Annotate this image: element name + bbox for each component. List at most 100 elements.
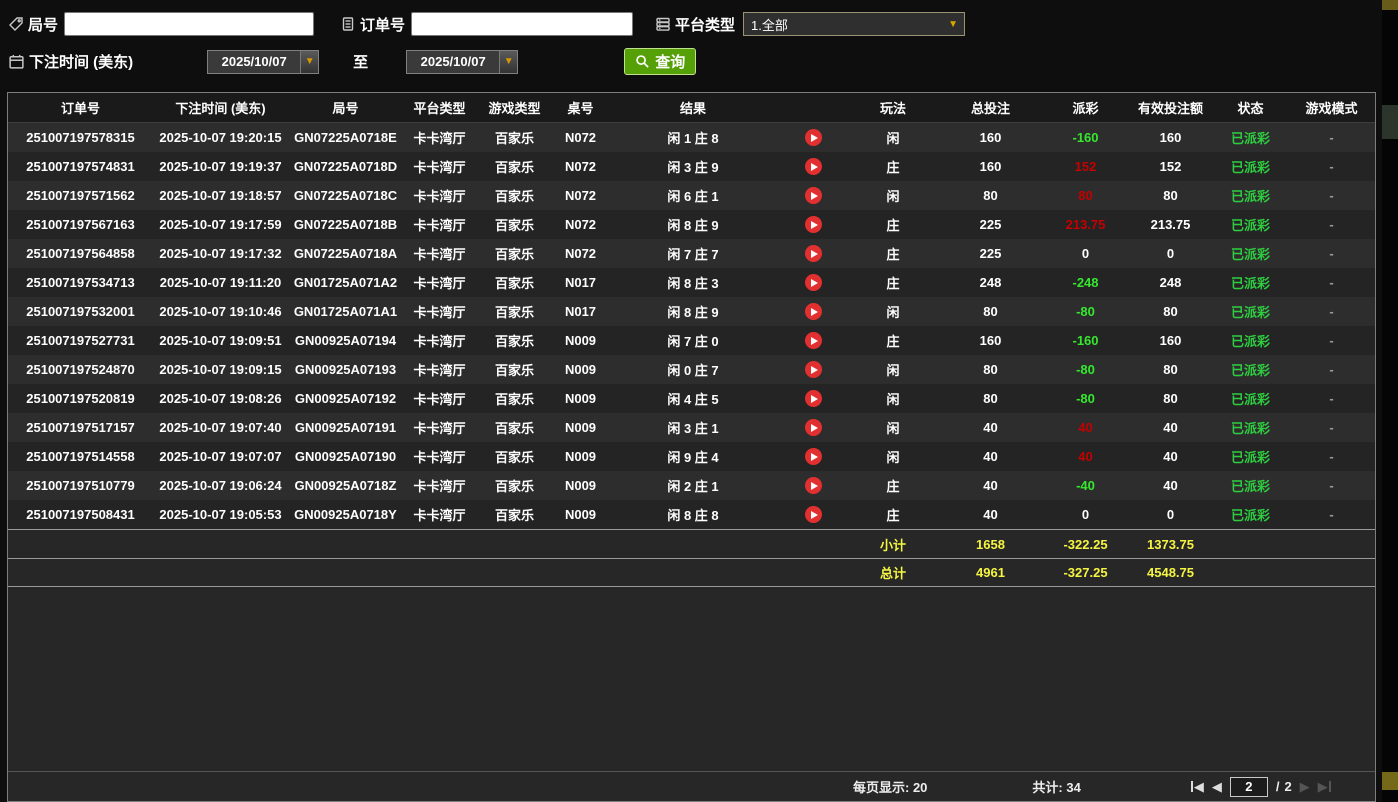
result-cell: 闲 1 庄 8 — [608, 123, 778, 152]
order-no-cell: 251007197527731 — [8, 326, 153, 355]
table-row: 2510071975248702025-10-07 19:09:15GN0092… — [8, 355, 1375, 384]
game-mode-cell: - — [1288, 152, 1375, 181]
bet-time-cell: 2025-10-07 19:11:20 — [153, 268, 288, 297]
bet-time-cell: 2025-10-07 19:09:51 — [153, 326, 288, 355]
play-video-button[interactable] — [805, 332, 822, 349]
play-video-button[interactable] — [805, 361, 822, 378]
video-cell — [778, 268, 848, 297]
table-no-cell: N072 — [553, 181, 608, 210]
platform-type-filter: 平台类型 1.全部 ▼ — [655, 12, 965, 36]
order-no-cell: 251007197524870 — [8, 355, 153, 384]
play-video-button[interactable] — [805, 303, 822, 320]
play-video-button[interactable] — [805, 390, 822, 407]
order-number-input[interactable] — [411, 12, 633, 36]
background-fragment — [1382, 0, 1398, 10]
bet-time-cell: 2025-10-07 19:17:32 — [153, 239, 288, 268]
play-video-button[interactable] — [805, 129, 822, 146]
payout-cell: -160 — [1043, 123, 1128, 152]
play-video-button[interactable] — [805, 216, 822, 233]
play-video-button[interactable] — [805, 158, 822, 175]
play-video-button[interactable] — [805, 448, 822, 465]
platform-cell: 卡卡湾厅 — [403, 152, 476, 181]
platform-cell: 卡卡湾厅 — [403, 297, 476, 326]
table-row: 2510071975320012025-10-07 19:10:46GN0172… — [8, 297, 1375, 326]
platform-cell: 卡卡湾厅 — [403, 326, 476, 355]
game-type-cell: 百家乐 — [476, 355, 553, 384]
payout-cell: 0 — [1043, 500, 1128, 529]
tag-icon — [8, 16, 24, 32]
play-video-button[interactable] — [805, 506, 822, 523]
bet-on-cell: 闲 — [848, 297, 938, 326]
play-video-button[interactable] — [805, 274, 822, 291]
payout-cell: 152 — [1043, 152, 1128, 181]
table-no-cell: N017 — [553, 268, 608, 297]
prev-page-button[interactable]: ◀ — [1212, 779, 1222, 795]
video-cell — [778, 500, 848, 529]
play-video-button[interactable] — [805, 477, 822, 494]
round-number-filter: 局号 — [8, 12, 314, 36]
status-cell: 已派彩 — [1213, 268, 1288, 297]
bet-time-cell: 2025-10-07 19:20:15 — [153, 123, 288, 152]
order-no-cell: 251007197567163 — [8, 210, 153, 239]
order-no-cell: 251007197571562 — [8, 181, 153, 210]
platform-type-select[interactable]: 1.全部 ▼ — [743, 12, 965, 36]
table-row: 2510071975171572025-10-07 19:07:40GN0092… — [8, 413, 1375, 442]
first-page-button[interactable]: ◀ — [1191, 779, 1204, 795]
round-no-cell: GN00925A0718Z — [288, 471, 403, 500]
game-type-cell: 百家乐 — [476, 500, 553, 529]
payout-cell: -80 — [1043, 297, 1128, 326]
round-no-cell: GN00925A07190 — [288, 442, 403, 471]
bet-time-filter: 下注时间 (美东) — [8, 51, 139, 72]
game-type-cell: 百家乐 — [476, 268, 553, 297]
total-bet-cell: 80 — [938, 181, 1043, 210]
total-count-label: 共计: 34 — [1032, 777, 1080, 796]
game-type-cell: 百家乐 — [476, 471, 553, 500]
date-range-to-label: 至 — [353, 51, 368, 72]
status-cell: 已派彩 — [1213, 239, 1288, 268]
payout-cell: -40 — [1043, 471, 1128, 500]
table-row: 2510071975208192025-10-07 19:08:26GN0092… — [8, 384, 1375, 413]
round-number-input[interactable] — [64, 12, 314, 36]
subtotal-total-bet: 1658 — [938, 530, 1043, 558]
column-header-round-no: 局号 — [288, 93, 403, 122]
chevron-down-icon: ▼ — [942, 19, 964, 30]
play-video-button[interactable] — [805, 187, 822, 204]
query-button[interactable]: 查询 — [624, 48, 696, 75]
video-cell — [778, 442, 848, 471]
status-cell: 已派彩 — [1213, 181, 1288, 210]
next-page-button[interactable]: ▶ — [1300, 779, 1310, 795]
valid-bet-cell: 0 — [1128, 500, 1213, 529]
status-cell: 已派彩 — [1213, 123, 1288, 152]
empty-area — [8, 587, 1375, 771]
result-cell: 闲 8 庄 3 — [608, 268, 778, 297]
date-from-value: 2025/10/07 — [208, 54, 300, 69]
status-cell: 已派彩 — [1213, 442, 1288, 471]
game-type-cell: 百家乐 — [476, 413, 553, 442]
play-video-button[interactable] — [805, 245, 822, 262]
payout-cell: 40 — [1043, 442, 1128, 471]
round-no-cell: GN07225A0718C — [288, 181, 403, 210]
payout-cell: -80 — [1043, 384, 1128, 413]
page-number-input[interactable]: 2 — [1230, 777, 1268, 797]
last-page-button[interactable]: ▶ — [1318, 779, 1331, 795]
bet-time-cell: 2025-10-07 19:05:53 — [153, 500, 288, 529]
game-mode-cell: - — [1288, 210, 1375, 239]
table-no-cell: N017 — [553, 297, 608, 326]
table-row: 2510071975671632025-10-07 19:17:59GN0722… — [8, 210, 1375, 239]
bet-time-cell: 2025-10-07 19:09:15 — [153, 355, 288, 384]
valid-bet-cell: 80 — [1128, 297, 1213, 326]
date-from-select[interactable]: 2025/10/07 ▼ — [207, 50, 319, 74]
date-to-select[interactable]: 2025/10/07 ▼ — [406, 50, 518, 74]
column-header-video — [778, 93, 848, 122]
video-cell — [778, 181, 848, 210]
table-row: 2510071975107792025-10-07 19:06:24GN0092… — [8, 471, 1375, 500]
game-type-cell: 百家乐 — [476, 181, 553, 210]
bet-time-cell: 2025-10-07 19:18:57 — [153, 181, 288, 210]
valid-bet-cell: 80 — [1128, 355, 1213, 384]
status-cell: 已派彩 — [1213, 152, 1288, 181]
round-no-cell: GN00925A07192 — [288, 384, 403, 413]
play-video-button[interactable] — [805, 419, 822, 436]
total-bet-cell: 40 — [938, 471, 1043, 500]
game-type-cell: 百家乐 — [476, 297, 553, 326]
column-header-order-no: 订单号 — [8, 93, 153, 122]
